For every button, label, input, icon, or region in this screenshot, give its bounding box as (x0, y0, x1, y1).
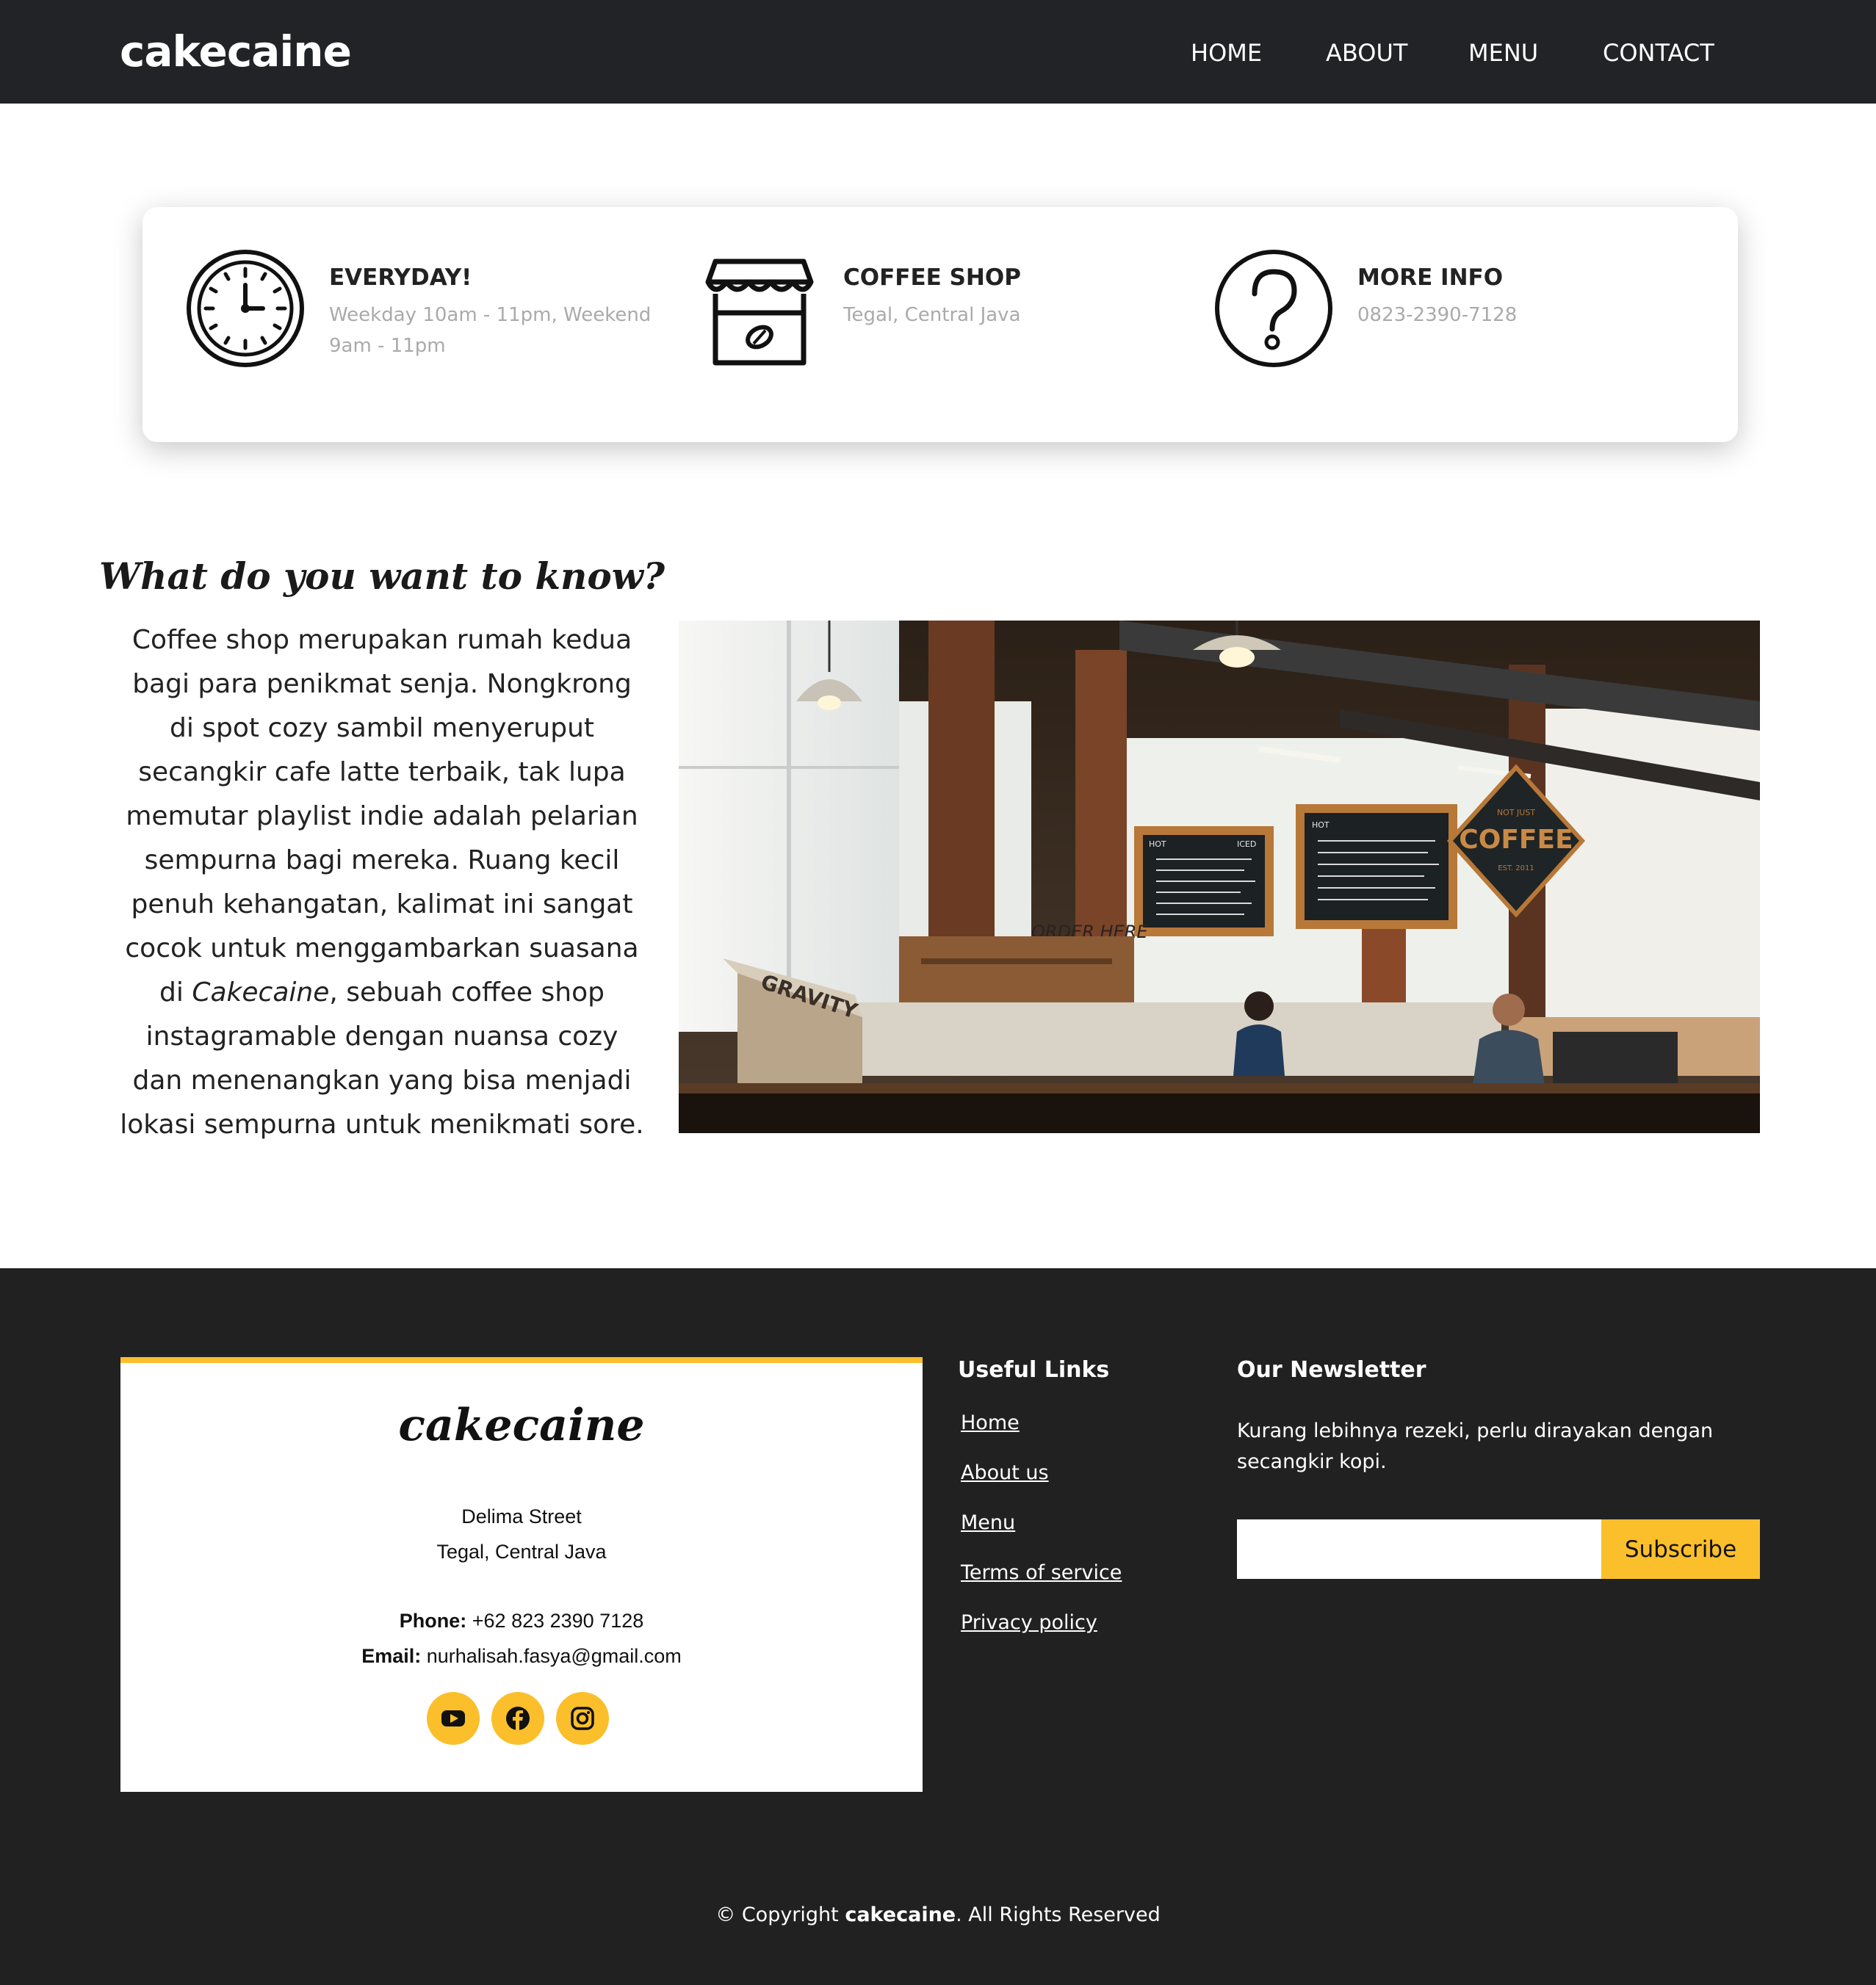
subscribe-button[interactable]: Subscribe (1601, 1519, 1760, 1579)
menu-right-hot: HOT (1312, 820, 1330, 830)
newsletter-email-input[interactable] (1237, 1519, 1601, 1579)
newsletter-text: Kurang lebihnya rezeki, perlu dirayakan … (1237, 1420, 1714, 1473)
social-links (120, 1692, 923, 1745)
email-line: Email: nurhalisah.fasya@gmail.com (120, 1645, 923, 1668)
facebook-icon (506, 1707, 530, 1730)
nav-menu[interactable]: MENU (1468, 35, 1538, 70)
info-title: EVERYDAY! (329, 264, 472, 291)
address-street: Delima Street (461, 1505, 582, 1527)
copyright-brand: cakecaine (845, 1903, 956, 1926)
youtube-button[interactable] (427, 1692, 480, 1745)
info-title: COFFEE SHOP (843, 264, 1021, 291)
about-text: Coffee shop merupakan rumah kedua bagi p… (118, 618, 646, 1147)
info-text: Weekday 10am - 11pm, Weekend 9am - 11pm (329, 304, 652, 357)
youtube-icon (441, 1710, 465, 1727)
address-city: Tegal, Central Java (436, 1541, 607, 1563)
coffee-shop-illustration: HOT ICED HOT ORDER HERE NOT JUST COFFEE … (679, 621, 1760, 1133)
footer-link-about[interactable]: About us (961, 1461, 1049, 1484)
menu-left-iced: ICED (1237, 839, 1256, 849)
site-header: cakecaine HOME ABOUT MENU CONTACT (0, 0, 1876, 104)
coffee-sign-main: COFFEE (1459, 825, 1573, 855)
footer-link-privacy[interactable]: Privacy policy (961, 1611, 1097, 1634)
email-value: nurhalisah.fasya@gmail.com (426, 1645, 682, 1667)
footer-brand-logo: cakecaine (398, 1400, 645, 1451)
info-text: 0823-2390-7128 (1357, 304, 1518, 326)
info-card: EVERYDAY! Weekday 10am - 11pm, Weekend 9… (142, 207, 1738, 442)
instagram-button[interactable] (556, 1692, 609, 1745)
clock-icon (187, 250, 304, 367)
info-title: MORE INFO (1357, 264, 1504, 291)
email-label: Email: (361, 1645, 422, 1667)
footer-link-menu[interactable]: Menu (961, 1511, 1015, 1534)
nav-about[interactable]: ABOUT (1326, 35, 1407, 70)
about-text-part: Coffee shop merupakan rumah kedua bagi p… (125, 625, 639, 1008)
footer-link-terms[interactable]: Terms of service (961, 1561, 1122, 1584)
storefront-icon (705, 258, 814, 366)
main-nav: HOME ABOUT MENU CONTACT (0, 0, 1876, 104)
menu-left-hot: HOT (1149, 839, 1166, 849)
nav-home[interactable]: HOME (1191, 35, 1262, 70)
info-text: Tegal, Central Java (843, 304, 1021, 326)
contact-card: cakecaine Delima Street Tegal, Central J… (120, 1357, 923, 1792)
coffee-shop-photo: HOT ICED HOT ORDER HERE NOT JUST COFFEE … (679, 621, 1760, 1133)
copyright-suffix: . All Rights Reserved (956, 1903, 1161, 1926)
coffee-sign-top: NOT JUST (1497, 808, 1535, 817)
about-heading: What do you want to know? (98, 554, 665, 598)
instagram-icon (571, 1707, 594, 1730)
facebook-button[interactable] (491, 1692, 544, 1745)
question-icon (1215, 250, 1332, 367)
coffee-sign-est: EST. 2011 (1498, 864, 1534, 872)
phone-label: Phone: (399, 1610, 467, 1632)
about-brand-italic: Cakecaine (192, 977, 330, 1008)
phone-line: Phone: +62 823 2390 7128 (120, 1610, 923, 1633)
footer-link-home[interactable]: Home (961, 1411, 1020, 1434)
phone-value: +62 823 2390 7128 (472, 1610, 644, 1632)
copyright: © Copyright cakecaine. All Rights Reserv… (0, 1903, 1876, 1926)
useful-links-title: Useful Links (958, 1357, 1110, 1383)
newsletter-title: Our Newsletter (1237, 1357, 1426, 1383)
copyright-prefix: © Copyright (715, 1903, 845, 1926)
nav-contact[interactable]: CONTACT (1603, 35, 1714, 70)
